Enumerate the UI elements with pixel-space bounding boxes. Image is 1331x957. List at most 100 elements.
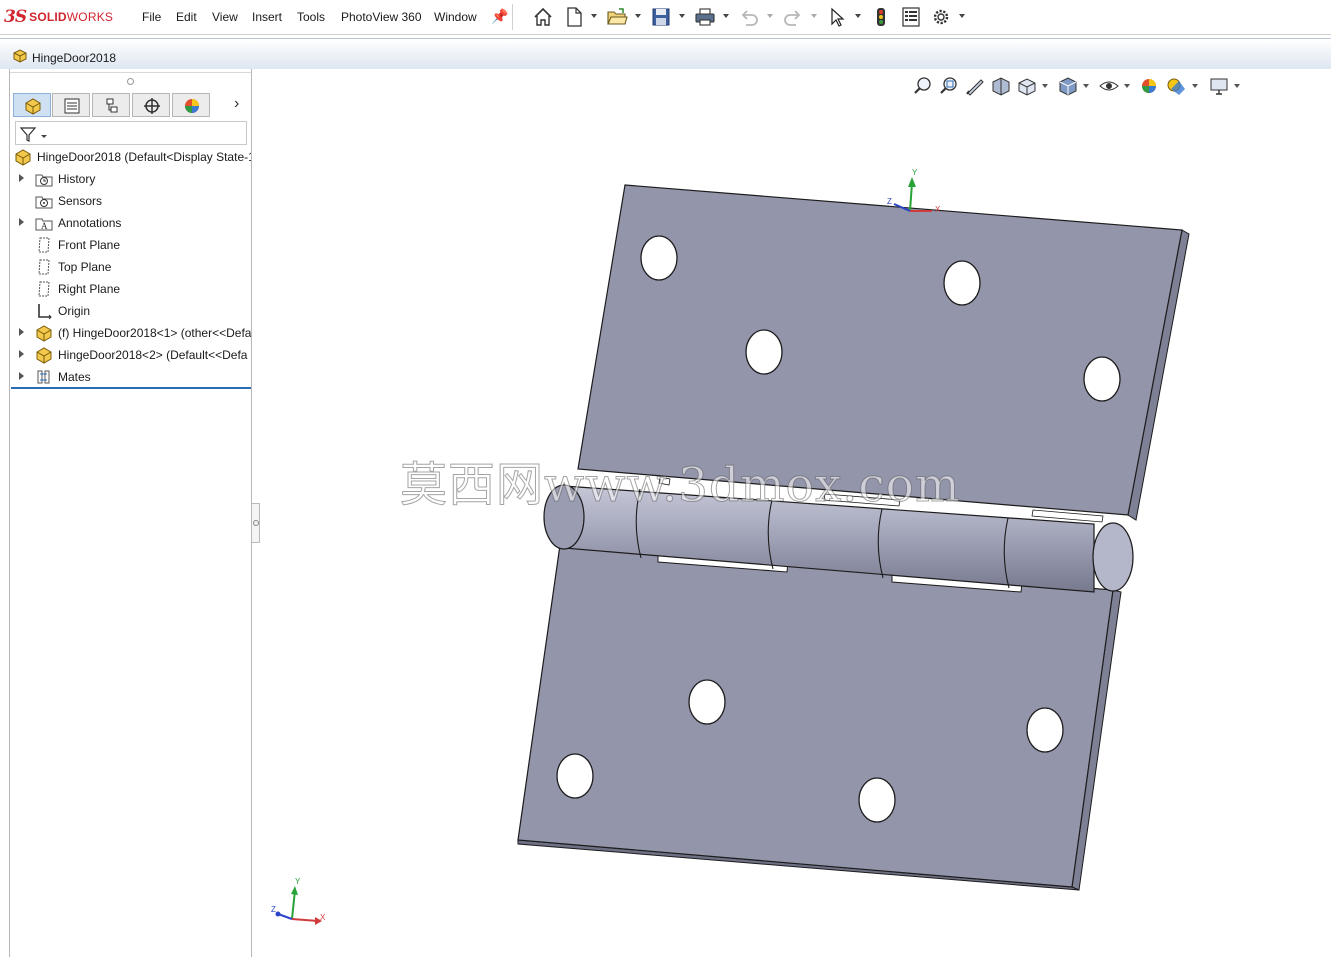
annotations-icon: A bbox=[35, 218, 53, 231]
svg-text:Y: Y bbox=[912, 168, 918, 177]
tree-item-mates[interactable]: Mates bbox=[19, 366, 251, 388]
tree-root-label: HingeDoor2018 (Default<Display State-1 bbox=[37, 150, 251, 164]
reference-triad[interactable]: Y X Z bbox=[270, 874, 330, 934]
tree-item-component-1[interactable]: (f) HingeDoor2018<1> (other<<Defa bbox=[19, 322, 251, 344]
screw-hole bbox=[688, 679, 726, 725]
new-dropdown-icon[interactable] bbox=[591, 14, 597, 18]
plane-icon bbox=[38, 259, 50, 275]
triad-z-label: Z bbox=[271, 905, 276, 914]
part-icon bbox=[36, 347, 52, 364]
tree-root-assembly[interactable]: HingeDoor2018 (Default<Display State-1 bbox=[14, 146, 251, 168]
expand-arrow-icon[interactable] bbox=[19, 218, 24, 226]
panel-collapse-handle[interactable] bbox=[252, 503, 260, 543]
rebuild-icon[interactable] bbox=[870, 6, 892, 28]
configuration-manager-tab[interactable] bbox=[92, 93, 130, 117]
dimxpert-tab[interactable] bbox=[132, 93, 170, 117]
filter-icon bbox=[19, 127, 37, 142]
plane-icon bbox=[38, 237, 50, 253]
pin-menu-icon[interactable]: 📌 bbox=[491, 8, 508, 25]
screw-hole bbox=[1026, 707, 1064, 753]
new-document-icon[interactable] bbox=[563, 6, 585, 28]
feature-manager-tab[interactable] bbox=[13, 93, 51, 117]
property-list-icon bbox=[64, 98, 80, 114]
filter-dropdown-icon[interactable] bbox=[41, 135, 47, 138]
tree-item-right-plane[interactable]: Right Plane bbox=[19, 278, 251, 300]
expand-arrow-icon[interactable] bbox=[19, 350, 24, 358]
feature-tree-icon bbox=[25, 98, 41, 115]
home-icon[interactable] bbox=[532, 6, 554, 28]
svg-text:Z: Z bbox=[887, 197, 892, 206]
undo-icon[interactable] bbox=[738, 6, 760, 28]
configuration-icon bbox=[106, 98, 118, 113]
tree-item-origin[interactable]: Origin bbox=[19, 300, 251, 322]
save-icon[interactable] bbox=[650, 6, 672, 28]
screw-hole bbox=[640, 235, 678, 281]
screw-hole bbox=[745, 329, 783, 375]
part-icon bbox=[36, 325, 52, 342]
history-icon bbox=[35, 174, 53, 187]
tree-item-annotations[interactable]: A Annotations bbox=[19, 212, 251, 234]
triad-x-label: X bbox=[320, 913, 326, 922]
origin-icon bbox=[38, 304, 52, 320]
options-icon[interactable] bbox=[930, 6, 952, 28]
panel-grip-icon[interactable] bbox=[127, 78, 134, 85]
menu-edit[interactable]: Edit bbox=[176, 10, 197, 24]
watermark-text: 莫西网www.3dmox.com bbox=[400, 458, 961, 514]
assembly-icon bbox=[13, 49, 27, 63]
menu-view[interactable]: View bbox=[212, 10, 238, 24]
screw-hole bbox=[556, 753, 594, 799]
tree-item-front-plane[interactable]: Front Plane bbox=[19, 234, 251, 256]
plane-icon bbox=[38, 281, 50, 297]
tree-rollback-bar[interactable] bbox=[11, 387, 251, 389]
document-title[interactable]: HingeDoor2018 bbox=[32, 51, 116, 65]
open-dropdown-icon[interactable] bbox=[635, 14, 641, 18]
svg-text:X: X bbox=[935, 205, 941, 214]
save-dropdown-icon[interactable] bbox=[679, 14, 685, 18]
manager-tabs: › bbox=[10, 91, 251, 119]
menu-tools[interactable]: Tools bbox=[297, 10, 325, 24]
expand-arrow-icon[interactable] bbox=[19, 174, 24, 182]
file-properties-icon[interactable] bbox=[900, 6, 922, 28]
print-icon[interactable] bbox=[694, 6, 716, 28]
screw-hole bbox=[858, 777, 896, 823]
select-dropdown-icon[interactable] bbox=[855, 14, 861, 18]
menu-divider bbox=[512, 4, 513, 30]
ds-logo-icon: 3S bbox=[4, 7, 27, 27]
menu-photoview-360[interactable]: PhotoView 360 bbox=[341, 10, 422, 24]
property-manager-tab[interactable] bbox=[52, 93, 90, 117]
options-dropdown-icon[interactable] bbox=[959, 14, 965, 18]
feature-tree-filter[interactable] bbox=[15, 121, 247, 145]
appearance-sphere-icon bbox=[185, 99, 199, 113]
lower-hinge-leaf[interactable] bbox=[517, 544, 1122, 891]
tree-item-top-plane[interactable]: Top Plane bbox=[19, 256, 251, 278]
print-dropdown-icon[interactable] bbox=[723, 14, 729, 18]
display-manager-tab[interactable] bbox=[172, 93, 210, 117]
expand-arrow-icon[interactable] bbox=[19, 328, 24, 336]
menu-window[interactable]: Window bbox=[434, 10, 477, 24]
select-icon[interactable] bbox=[826, 6, 848, 28]
undo-dropdown-icon[interactable] bbox=[767, 14, 773, 18]
feature-manager-panel: › HingeDoor2018 (Default<Display State-1… bbox=[9, 69, 252, 957]
svg-text:A: A bbox=[41, 221, 48, 231]
graphics-area[interactable]: Y X Z 莫西网www.3dmox.com Y X Z bbox=[260, 69, 1331, 957]
document-tab-bar: HingeDoor2018 bbox=[0, 38, 1331, 69]
tree-item-history[interactable]: History bbox=[19, 168, 251, 190]
tree-item-sensors[interactable]: Sensors bbox=[19, 190, 251, 212]
redo-icon[interactable] bbox=[782, 6, 804, 28]
solidworks-logo[interactable]: 3S SOLID WORKS bbox=[4, 6, 113, 28]
sensors-icon bbox=[35, 196, 53, 209]
menu-file[interactable]: File bbox=[142, 10, 161, 24]
panel-top-divider bbox=[10, 72, 251, 73]
tree-item-component-2[interactable]: HingeDoor2018<2> (Default<<Defa bbox=[19, 344, 251, 366]
menu-bar: 3S SOLID WORKS File Edit View Insert Tool… bbox=[0, 0, 1331, 35]
redo-dropdown-icon[interactable] bbox=[811, 14, 817, 18]
more-tabs-icon[interactable]: › bbox=[234, 95, 239, 113]
screw-hole bbox=[943, 260, 981, 306]
crosshair-icon bbox=[144, 98, 160, 114]
screw-hole bbox=[1083, 356, 1121, 402]
menu-insert[interactable]: Insert bbox=[252, 10, 282, 24]
expand-arrow-icon[interactable] bbox=[19, 372, 24, 380]
assembly-icon bbox=[15, 149, 31, 166]
open-icon[interactable] bbox=[606, 6, 628, 28]
triad-y-label: Y bbox=[295, 877, 301, 886]
